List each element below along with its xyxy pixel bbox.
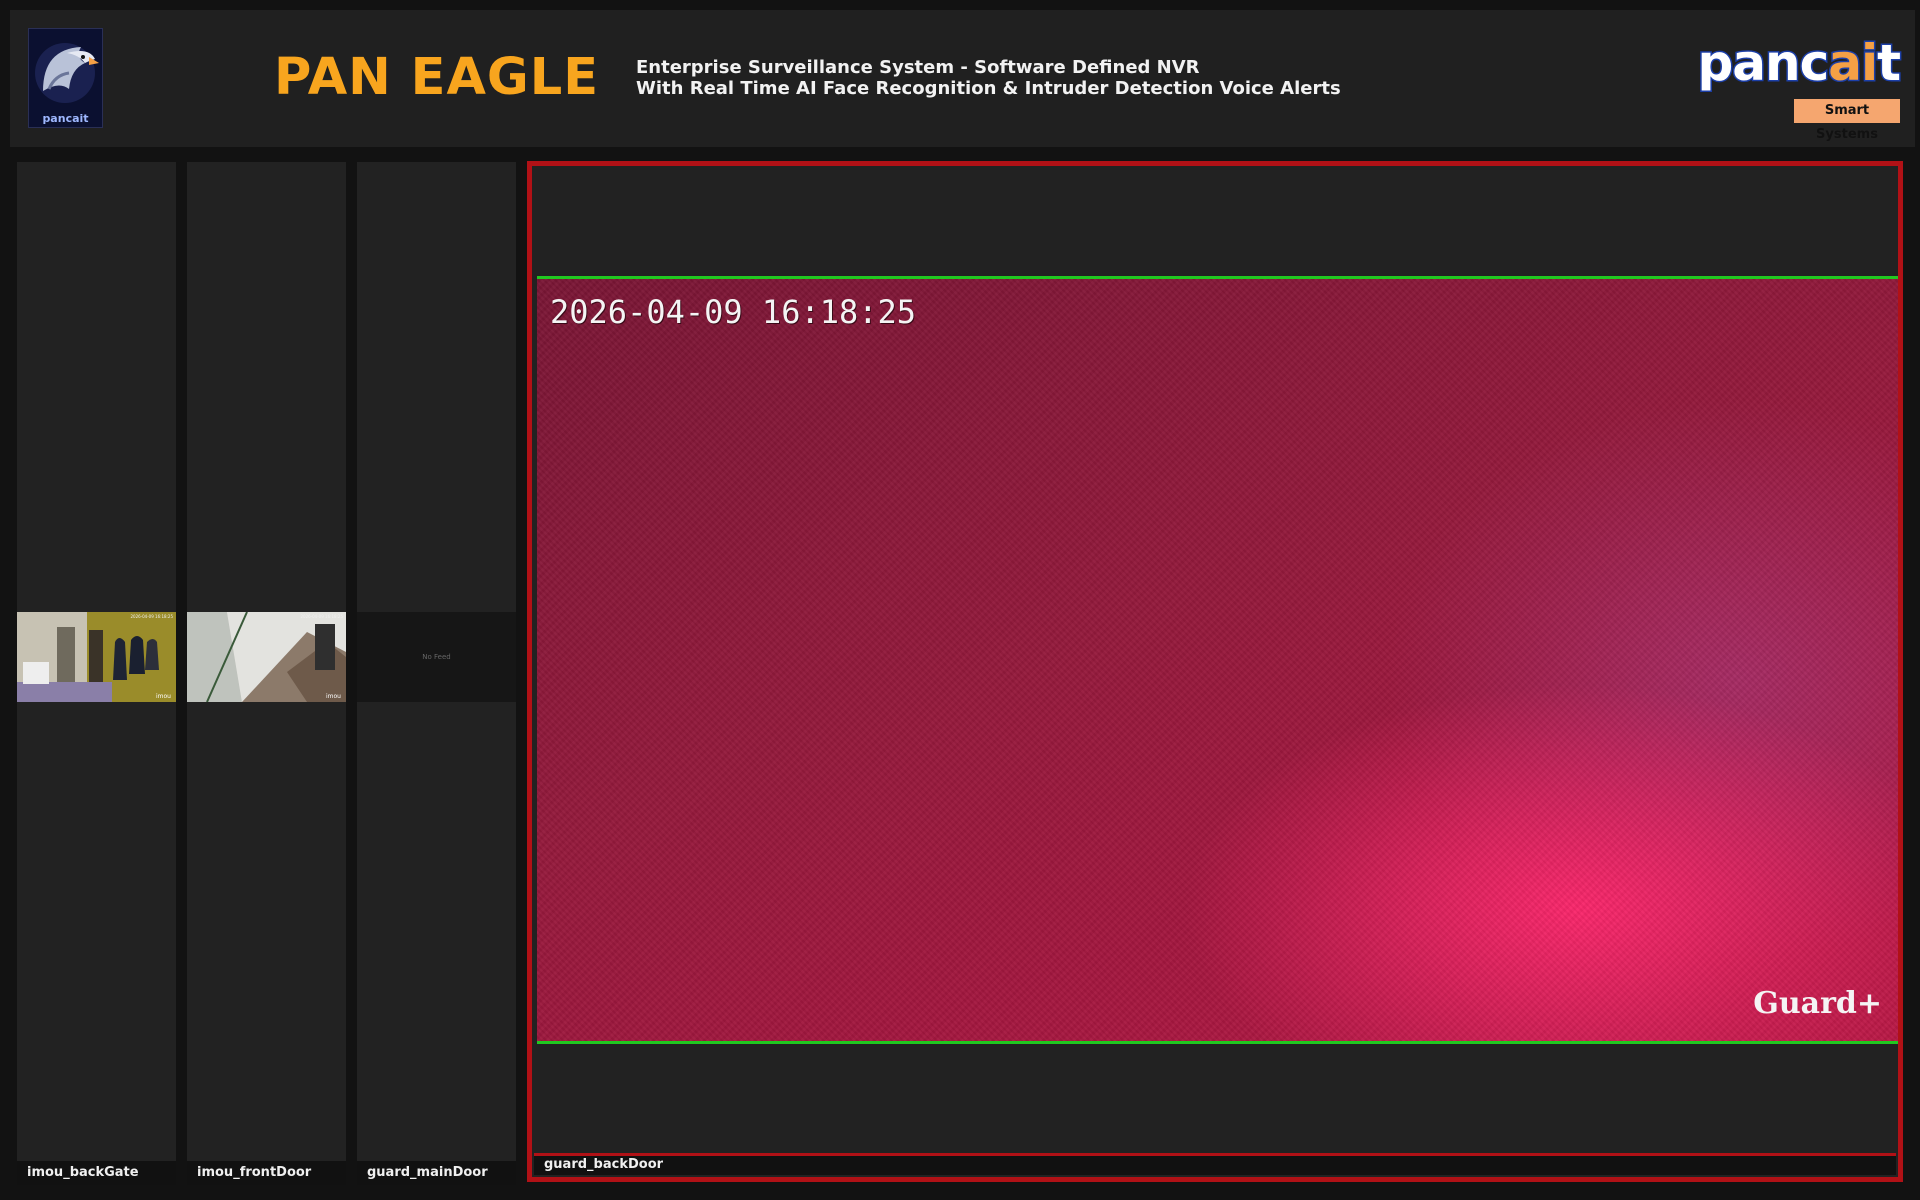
camera-tile-imou-backgate[interactable]: 2026-04-09 16:18:25 imou imou_backGate — [17, 162, 176, 1185]
company-prefix: panc — [1696, 33, 1831, 94]
camera-tile-imou-frontdoor[interactable]: 2026-04-09 16:18:25 imou imou_frontDoor — [187, 162, 346, 1185]
camera-thumbnail[interactable]: 2026-04-09 16:18:25 imou — [187, 612, 346, 702]
subtitle-line-1: Enterprise Surveillance System - Softwar… — [636, 57, 1200, 78]
camera-tile-guard-maindoor[interactable]: No Feed guard_mainDoor — [357, 162, 516, 1185]
company-wordmark: pancait — [1696, 33, 1903, 94]
main-camera-feed[interactable]: 2026-04-09 16:18:25 Guard+ — [537, 276, 1898, 1044]
company-ai: ai — [1827, 33, 1880, 94]
company-tagline: Smart Systems — [1794, 99, 1900, 142]
app-title: PAN EAGLE — [274, 48, 600, 107]
camera-feed-image: 2026-04-09 16:18:25 imou — [187, 612, 346, 702]
svg-text:imou: imou — [326, 693, 341, 700]
app-header: pancait PAN EAGLE Enterprise Surveillanc… — [10, 10, 1915, 147]
feed-noise-texture — [537, 279, 1898, 1041]
camera-label: imou_frontDoor — [187, 1161, 346, 1185]
svg-text:2026-04-09 16:18:25: 2026-04-09 16:18:25 — [131, 614, 174, 619]
camera-thumbnail[interactable]: 2026-04-09 16:18:25 imou — [17, 612, 176, 702]
eagle-logo: pancait — [28, 28, 103, 128]
camera-feed-image: 2026-04-09 16:18:25 imou — [17, 612, 176, 702]
subtitle-line-2: With Real Time AI Face Recognition & Int… — [636, 78, 1341, 99]
main-camera-label: guard_backDoor — [534, 1153, 1896, 1175]
main-camera-view[interactable]: 2026-04-09 16:18:25 Guard+ guard_backDoo… — [527, 161, 1903, 1182]
app-subtitle: Enterprise Surveillance System - Softwar… — [636, 57, 1341, 99]
feed-brand-overlay: Guard+ — [1753, 986, 1882, 1021]
camera-label: imou_backGate — [17, 1161, 176, 1185]
no-feed-placeholder[interactable]: No Feed — [357, 612, 516, 702]
svg-text:imou: imou — [156, 693, 171, 700]
camera-label: guard_mainDoor — [357, 1161, 516, 1185]
company-suffix: t — [1876, 33, 1903, 94]
company-logo: pancait Smart Systems — [1695, 33, 1903, 143]
svg-text:2026-04-09 16:18:25: 2026-04-09 16:18:25 — [301, 614, 344, 619]
logo-caption: pancait — [42, 112, 89, 125]
feed-timestamp: 2026-04-09 16:18:25 — [550, 293, 917, 331]
